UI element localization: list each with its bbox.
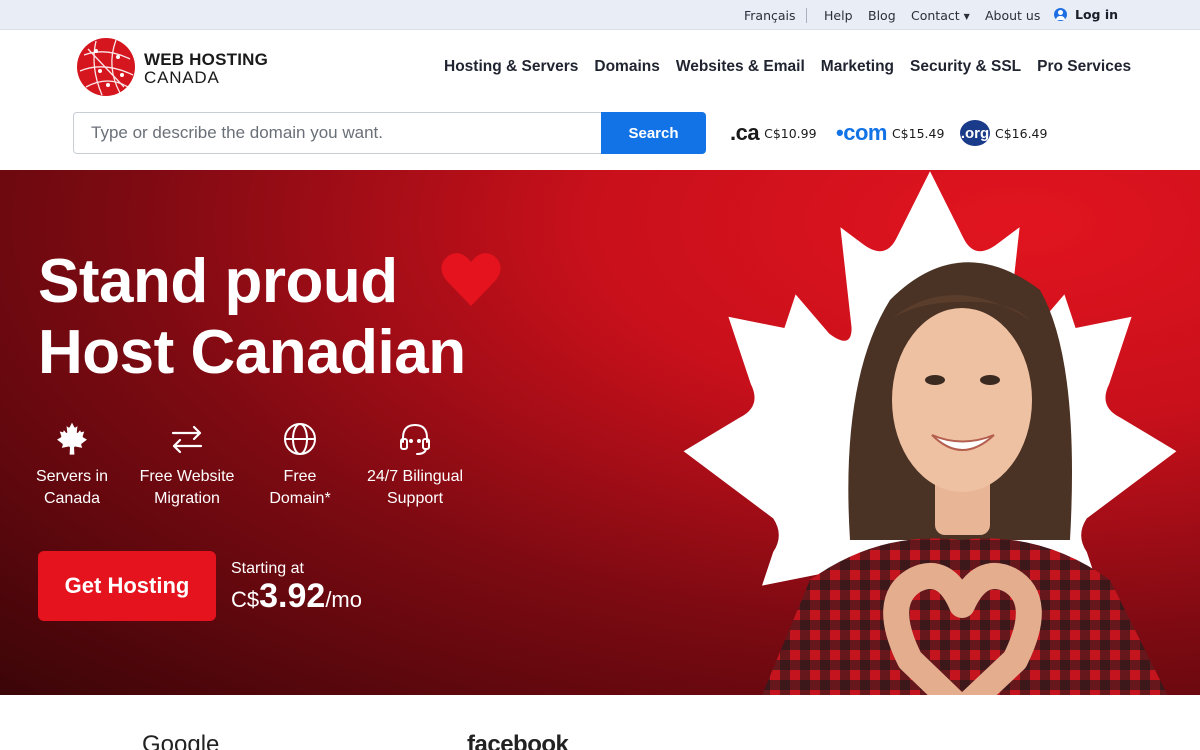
login-label: Log in bbox=[1075, 7, 1119, 22]
feature-label-line2: Migration bbox=[154, 490, 220, 507]
feature-label-line2: Canada bbox=[43, 490, 101, 507]
tld-name: .org bbox=[960, 120, 990, 146]
maple-leaf-icon bbox=[57, 422, 87, 455]
nav-marketing[interactable]: Marketing bbox=[821, 58, 894, 76]
help-link[interactable]: Help bbox=[824, 8, 853, 23]
feature-free-domain: Free Domain* bbox=[240, 422, 360, 510]
hero-banner: Stand proud Host Canadian Servers in Cana… bbox=[0, 170, 1200, 695]
get-hosting-button[interactable]: Get Hosting bbox=[38, 551, 216, 621]
tld-name: •com bbox=[836, 120, 887, 145]
price-currency: C$ bbox=[231, 587, 260, 612]
woman-heart-hands-image bbox=[762, 262, 1168, 695]
tld-price: C$10.99 bbox=[764, 125, 817, 141]
transfer-arrows-icon bbox=[171, 425, 203, 454]
price-amount: 3.92 bbox=[259, 577, 326, 615]
main-nav: Hosting & Servers Domains Websites & Ema… bbox=[444, 58, 1147, 76]
tld-com[interactable]: •com C$15.49 bbox=[836, 120, 944, 146]
hero-title: Stand proud Host Canadian bbox=[38, 246, 466, 388]
feature-label: Free Domain* bbox=[240, 466, 360, 510]
starting-at-label: Starting at bbox=[231, 560, 304, 577]
tld-ca[interactable]: .ca C$10.99 bbox=[730, 120, 817, 146]
feature-label-line2: Support bbox=[386, 490, 444, 507]
heart-icon bbox=[441, 253, 501, 306]
nav-websites-email[interactable]: Websites & Email bbox=[676, 58, 805, 76]
tld-price: C$15.49 bbox=[891, 125, 945, 141]
divider bbox=[806, 8, 807, 23]
partner-logos-strip: Google facebook bbox=[0, 695, 1200, 750]
utility-bar: Français Help Blog Contact ▼ About us Log… bbox=[0, 0, 1200, 30]
feature-label: 24/7 Bilingual Support bbox=[355, 466, 475, 510]
feature-label-line1: Free Website bbox=[139, 468, 235, 485]
tld-name: .ca bbox=[730, 120, 760, 145]
hero-title-line1: Stand proud bbox=[38, 247, 398, 316]
hosting-price: C$3.92/mo bbox=[231, 577, 362, 616]
tld-price: C$16.49 bbox=[995, 125, 1048, 141]
feature-servers-canada: Servers in Canada bbox=[12, 422, 132, 510]
language-link[interactable]: Français bbox=[744, 8, 796, 23]
about-link[interactable]: About us bbox=[985, 8, 1040, 23]
chevron-down-icon: ▼ bbox=[963, 12, 970, 21]
price-period: /mo bbox=[325, 587, 362, 612]
nav-security-ssl[interactable]: Security & SSL bbox=[910, 58, 1021, 76]
google-logo: Google bbox=[142, 731, 220, 750]
hero-title-line2: Host Canadian bbox=[38, 318, 466, 387]
feature-label-line1: Free bbox=[283, 468, 317, 485]
feature-label-line1: 24/7 Bilingual bbox=[366, 468, 464, 485]
feature-label-line2: Domain* bbox=[269, 490, 331, 507]
feature-bilingual-support: 24/7 Bilingual Support bbox=[355, 422, 475, 510]
feature-label: Servers in Canada bbox=[12, 466, 132, 510]
headset-icon bbox=[400, 423, 430, 455]
globe-icon bbox=[284, 423, 316, 455]
facebook-logo: facebook bbox=[467, 731, 569, 750]
search-button[interactable]: Search bbox=[601, 112, 706, 154]
blog-link[interactable]: Blog bbox=[868, 8, 896, 23]
nav-hosting-servers[interactable]: Hosting & Servers bbox=[444, 58, 578, 76]
globe-logo-icon[interactable] bbox=[76, 37, 136, 97]
contact-menu[interactable]: Contact ▼ bbox=[911, 8, 970, 23]
contact-label: Contact bbox=[911, 8, 960, 23]
login-link[interactable]: Log in bbox=[1054, 7, 1118, 22]
tld-org[interactable]: .org C$16.49 bbox=[960, 120, 1047, 146]
feature-free-migration: Free Website Migration bbox=[127, 422, 247, 510]
nav-domains[interactable]: Domains bbox=[594, 58, 659, 76]
feature-label-line1: Servers in bbox=[35, 468, 109, 485]
logo-text-line2[interactable]: CANADA bbox=[144, 68, 220, 88]
feature-label: Free Website Migration bbox=[127, 466, 247, 510]
user-icon bbox=[1054, 8, 1067, 21]
nav-pro-services[interactable]: Pro Services bbox=[1037, 58, 1131, 76]
domain-search-input[interactable] bbox=[73, 112, 603, 154]
logo-text-line1[interactable]: WEB HOSTING bbox=[144, 50, 268, 70]
